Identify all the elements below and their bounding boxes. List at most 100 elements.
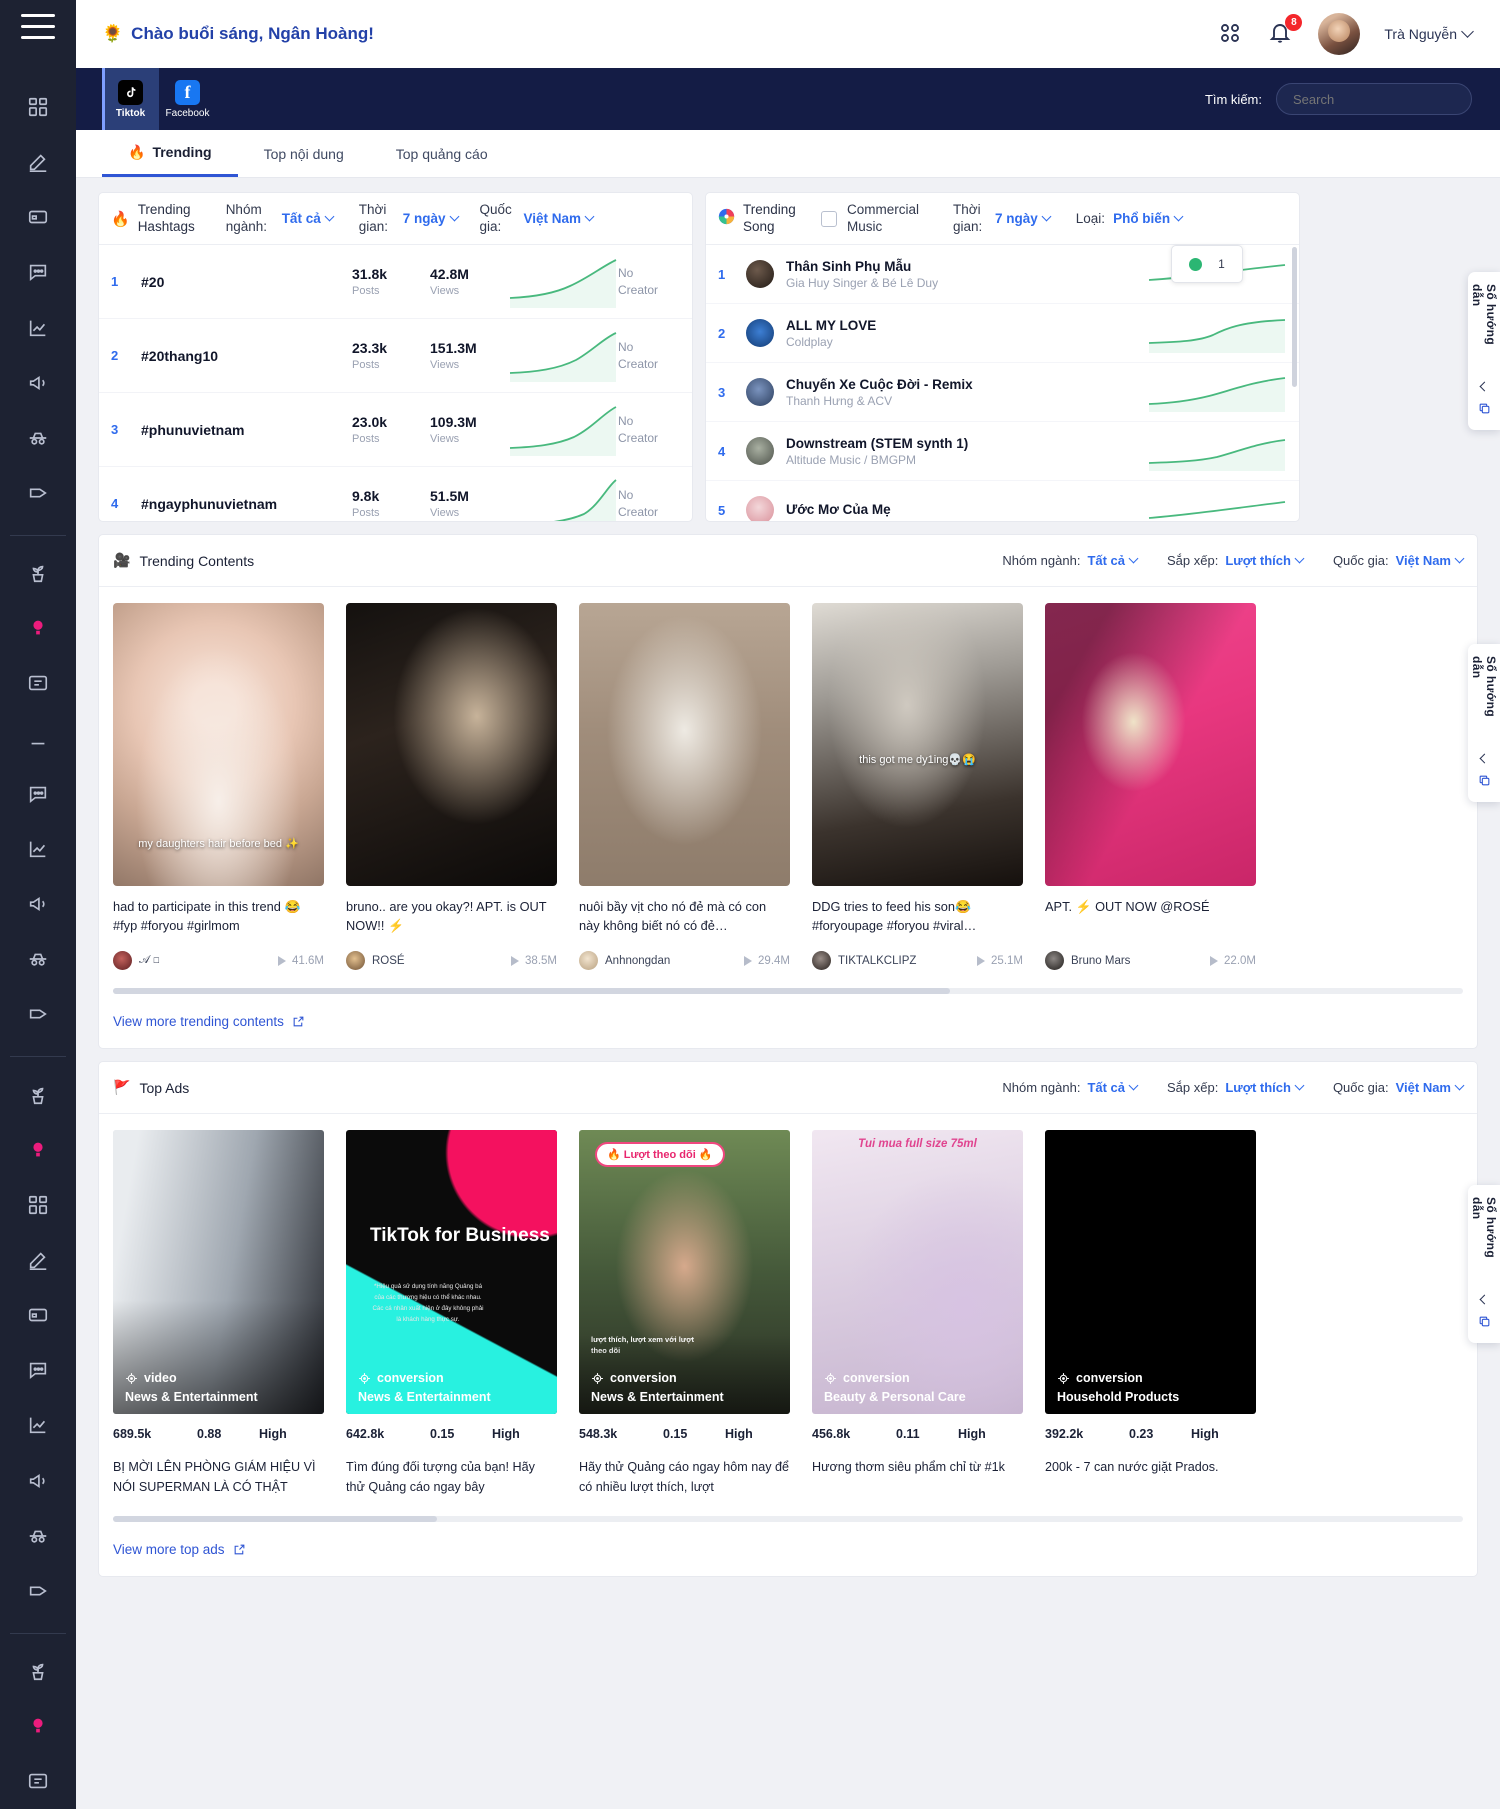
filter-value[interactable]: Tất cả: [1087, 553, 1137, 568]
chevron-left-icon[interactable]: [1479, 1295, 1489, 1305]
sidebar-item-ads-2[interactable]: [21, 888, 55, 921]
content-card[interactable]: nuôi bầy vịt cho nó đẻ mà có con này khô…: [579, 603, 790, 970]
filter-value[interactable]: Việt Nam: [1396, 1080, 1463, 1095]
list-item[interactable]: 3 Chuyến Xe Cuộc Đời - Remix Thanh Hưng …: [706, 363, 1299, 422]
content-card[interactable]: bruno.. are you okay?! APT. is OUT NOW!!…: [346, 603, 557, 970]
ad-thumbnail[interactable]: video News & Entertainment: [113, 1130, 324, 1414]
sidebar-item-tag-3[interactable]: [21, 1574, 55, 1607]
chevron-left-icon[interactable]: [1479, 754, 1489, 764]
song-rank: 4: [718, 444, 746, 459]
ad-thumbnail[interactable]: Tui mua full size 75ml conversion Beauty…: [812, 1130, 1023, 1414]
tab-trending[interactable]: 🔥 Trending: [102, 130, 238, 177]
tab-top-noi-dung[interactable]: Top nội dung: [238, 130, 370, 177]
guide-panel-1[interactable]: Sổ hướng dẫn: [1468, 272, 1500, 430]
sidebar-item-folder[interactable]: [21, 667, 55, 700]
sidebar-item-card[interactable]: [21, 201, 55, 234]
sidebar-item-edit[interactable]: [21, 146, 55, 179]
sidebar-item-edit-2[interactable]: [21, 1243, 55, 1276]
content-card[interactable]: this got me dy1ing💀😭 DDG tries to feed h…: [812, 603, 1023, 970]
sidebar-item-messages-3[interactable]: [21, 1354, 55, 1387]
sidebar-item-analytics-3[interactable]: [21, 1409, 55, 1442]
list-item[interactable]: 5 Ước Mơ Của Mẹ: [706, 481, 1299, 522]
list-item[interactable]: 4 Downstream (STEM synth 1) Altitude Mus…: [706, 422, 1299, 481]
list-item[interactable]: 2 ALL MY LOVE Coldplay: [706, 304, 1299, 363]
sidebar-item-plant-3[interactable]: [21, 1654, 55, 1687]
sidebar-item-dashboard-2[interactable]: [21, 1188, 55, 1221]
guide-panel-2[interactable]: Sổ hướng dẫn: [1468, 644, 1500, 802]
content-thumbnail[interactable]: this got me dy1ing💀😭: [812, 603, 1023, 886]
search-input[interactable]: [1276, 83, 1472, 115]
ad-thumbnail[interactable]: 🔥 Lượt theo dõi 🔥 lượt thích, lượt xem v…: [579, 1130, 790, 1414]
user-menu[interactable]: Trà Nguyễn: [1384, 26, 1472, 42]
song-scrollbar[interactable]: [1292, 247, 1297, 387]
sidebar-item-tag-2[interactable]: [21, 998, 55, 1031]
ad-stats: 689.5k 0.88 High: [113, 1427, 324, 1441]
sidebar-item-analytics[interactable]: [21, 311, 55, 344]
ad-card[interactable]: TikTok for Business *Hiệu quả sử dụng tí…: [346, 1130, 557, 1498]
table-row[interactable]: 3 #phunuvietnam 23.0k Posts 109.3M Views: [99, 393, 692, 467]
sidebar-item-plant-2[interactable]: [21, 1078, 55, 1111]
content-thumbnail[interactable]: [579, 603, 790, 886]
avatar[interactable]: [1318, 13, 1360, 55]
sidebar-item-insight-3[interactable]: [21, 1710, 55, 1743]
copy-icon[interactable]: [1478, 774, 1491, 790]
content-thumbnail[interactable]: my daughters hair before bed ✨: [113, 603, 324, 886]
ad-thumbnail[interactable]: conversion Household Products: [1045, 1130, 1256, 1414]
filter-value[interactable]: Lượt thích: [1225, 1080, 1303, 1095]
sidebar-item-incognito-3[interactable]: [21, 1519, 55, 1552]
chevron-left-icon[interactable]: [1479, 382, 1489, 392]
sidebar-item-folder-2[interactable]: [21, 1765, 55, 1798]
guide-panel-3[interactable]: Sổ hướng dẫn: [1468, 1185, 1500, 1343]
menu-icon[interactable]: [21, 14, 55, 39]
sidebar-item-ads[interactable]: [21, 366, 55, 399]
sidebar-item-messages[interactable]: [21, 256, 55, 289]
filter-value[interactable]: Lượt thích: [1225, 553, 1303, 568]
tab-top-quang-cao[interactable]: Top quảng cáo: [370, 130, 514, 177]
filter-value[interactable]: Tất cả: [1087, 1080, 1137, 1095]
view-more-top-ads[interactable]: View more top ads: [99, 1522, 1477, 1576]
ad-thumbnail[interactable]: TikTok for Business *Hiệu quả sử dụng tí…: [346, 1130, 557, 1414]
table-row[interactable]: 2 #20thang10 23.3k Posts 151.3M Views No: [99, 319, 692, 393]
song-panel-header: Trending Song Commercial Music Thời gian…: [706, 193, 1299, 245]
song-time-filter-value[interactable]: 7 ngày: [995, 211, 1050, 226]
sidebar-item-dashboard[interactable]: [21, 90, 55, 123]
platform-tab-tiktok[interactable]: Tiktok: [102, 68, 159, 130]
sidebar-item-plant[interactable]: [21, 557, 55, 590]
sidebar-item-incognito-2[interactable]: [21, 943, 55, 976]
platform-tab-facebook[interactable]: f Facebook: [159, 68, 216, 130]
sidebar-item-messages-2[interactable]: [21, 777, 55, 810]
copy-icon[interactable]: [1478, 1315, 1491, 1331]
apps-grid-icon[interactable]: [1218, 21, 1244, 47]
sidebar-item-card-2[interactable]: [21, 1299, 55, 1332]
ad-card[interactable]: Tui mua full size 75ml conversion Beauty…: [812, 1130, 1023, 1498]
sidebar-item-analytics-2[interactable]: [21, 832, 55, 865]
ad-card[interactable]: 🔥 Lượt theo dõi 🔥 lượt thích, lượt xem v…: [579, 1130, 790, 1498]
bell-icon[interactable]: 8: [1268, 21, 1294, 47]
table-row[interactable]: 1 #20 31.8k Posts 42.8M Views NoCreator: [99, 245, 692, 319]
ad-card[interactable]: video News & Entertainment 689.5k 0.88 H…: [113, 1130, 324, 1498]
main-area: 🌻 Chào buổi sáng, Ngân Hoàng! 8 Trà Nguy…: [76, 0, 1500, 1809]
country-filter-value[interactable]: Việt Nam: [524, 211, 594, 226]
content-card[interactable]: APT. ⚡ OUT NOW @ROSÉ Bruno Mars 22.0M: [1045, 603, 1256, 970]
content-thumbnail[interactable]: [346, 603, 557, 886]
filter-value[interactable]: Việt Nam: [1396, 553, 1463, 568]
sidebar-item-insight[interactable]: [21, 612, 55, 645]
table-row[interactable]: 4 #ngayphunuvietnam 9.8k Posts 51.5M Vie…: [99, 467, 692, 522]
industry-filter-value[interactable]: Tất cả: [282, 211, 333, 226]
external-link-icon: [233, 1543, 246, 1556]
content-thumbnail[interactable]: [1045, 603, 1256, 886]
section-title: 🚩 Top Ads: [113, 1079, 189, 1096]
song-type-value[interactable]: Phổ biến: [1113, 211, 1182, 226]
sidebar-item-tag[interactable]: [21, 476, 55, 509]
sidebar-item-incognito[interactable]: [21, 421, 55, 454]
copy-icon[interactable]: [1478, 402, 1491, 418]
ad-card[interactable]: conversion Household Products 392.2k 0.2…: [1045, 1130, 1256, 1498]
chevron-down-icon: [1294, 554, 1304, 564]
sidebar-item-insight-2[interactable]: [21, 1133, 55, 1166]
sidebar-item-ads-3[interactable]: [21, 1464, 55, 1497]
commercial-music-checkbox[interactable]: [821, 211, 837, 227]
time-filter-value[interactable]: 7 ngày: [403, 211, 458, 226]
content-card[interactable]: my daughters hair before bed ✨ had to pa…: [113, 603, 324, 970]
view-more-trending-contents[interactable]: View more trending contents: [99, 994, 1477, 1048]
sidebar-item-underscore[interactable]: [21, 722, 55, 755]
